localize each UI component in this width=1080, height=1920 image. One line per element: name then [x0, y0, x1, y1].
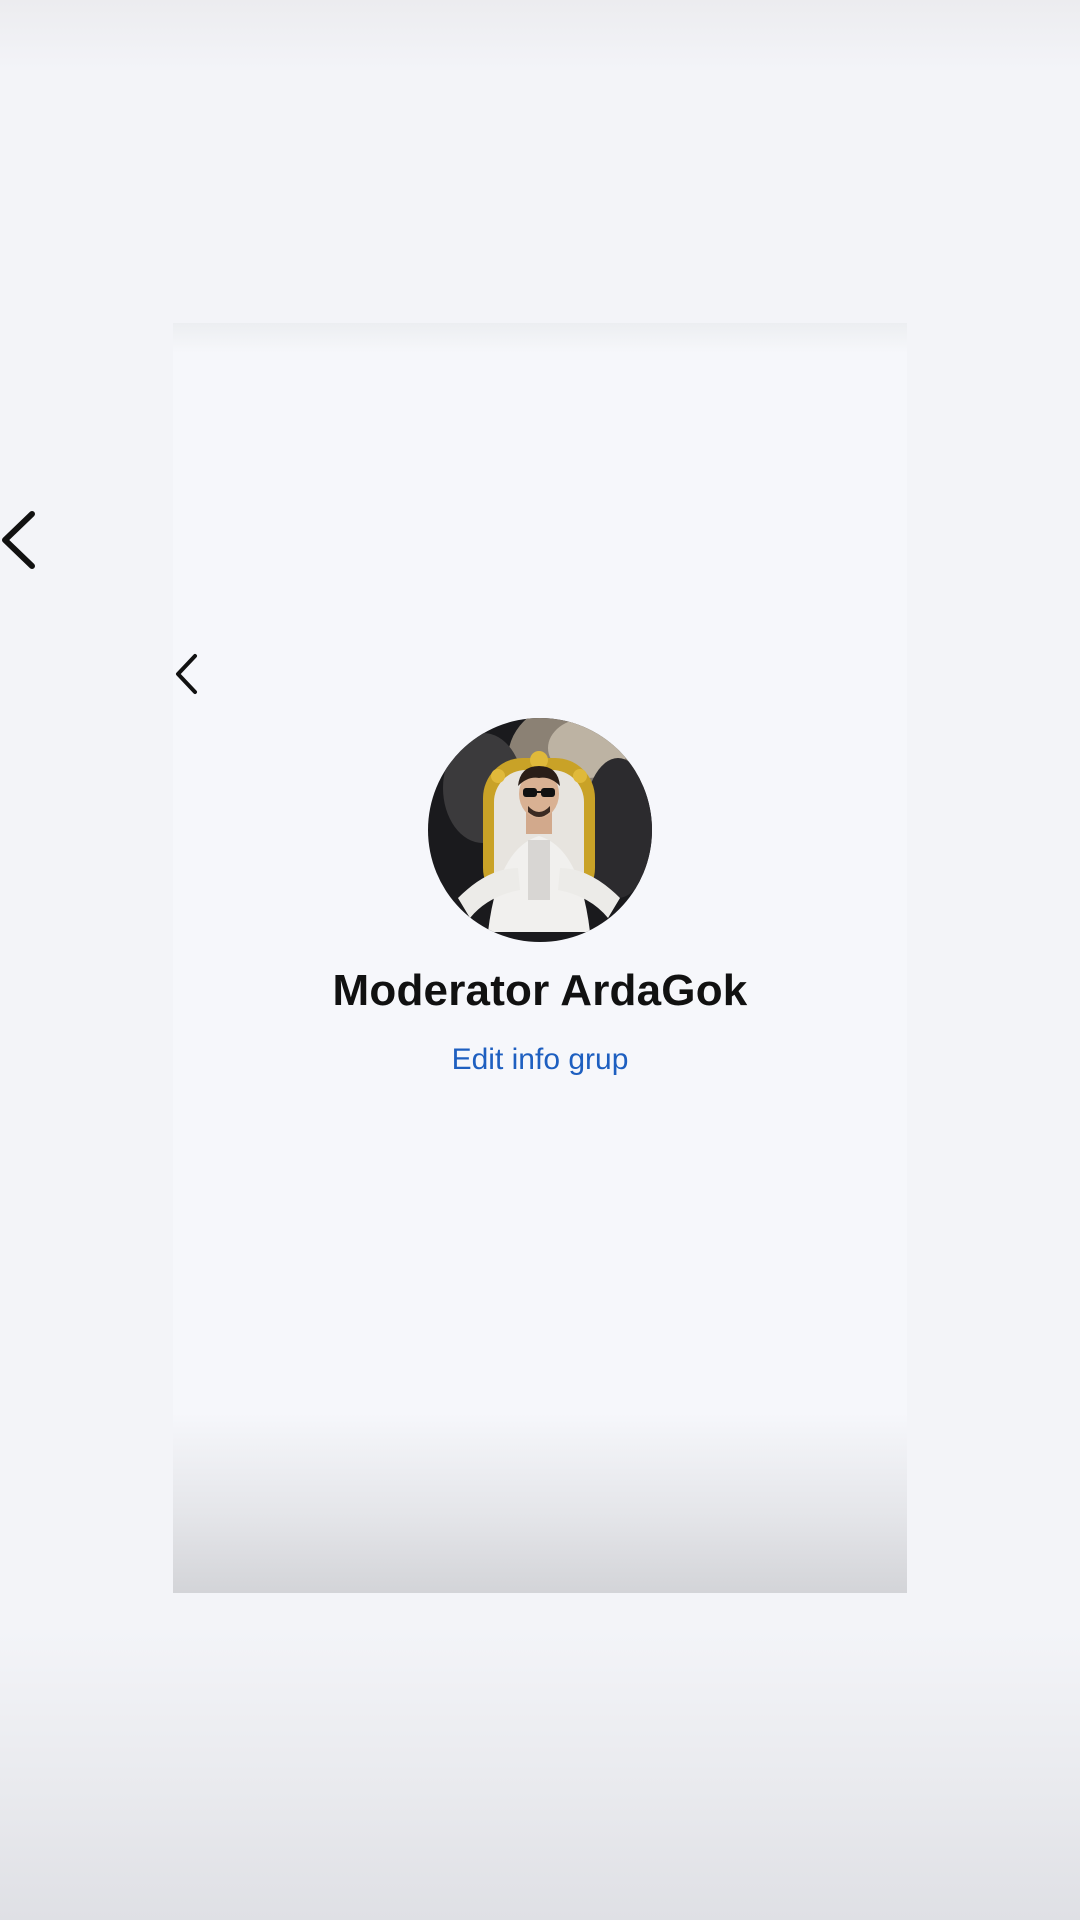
back-button[interactable]: [0, 508, 40, 572]
panel-back-button[interactable]: [173, 650, 213, 698]
panel-top-fade: [173, 323, 907, 353]
panel-bottom-shade: [173, 1413, 907, 1593]
group-avatar-photo: [428, 718, 652, 942]
chevron-left-icon: [176, 654, 197, 694]
top-fade: [0, 0, 1080, 70]
group-avatar[interactable]: [428, 718, 652, 942]
edit-group-info-link[interactable]: Edit info grup: [173, 1043, 907, 1077]
chevron-left-icon: [2, 511, 35, 569]
group-name: Moderator ArdaGok: [332, 966, 748, 1015]
group-info-panel: Moderator ArdaGok Edit info grup: [173, 323, 907, 1593]
bottom-fade: [0, 1630, 1080, 1920]
